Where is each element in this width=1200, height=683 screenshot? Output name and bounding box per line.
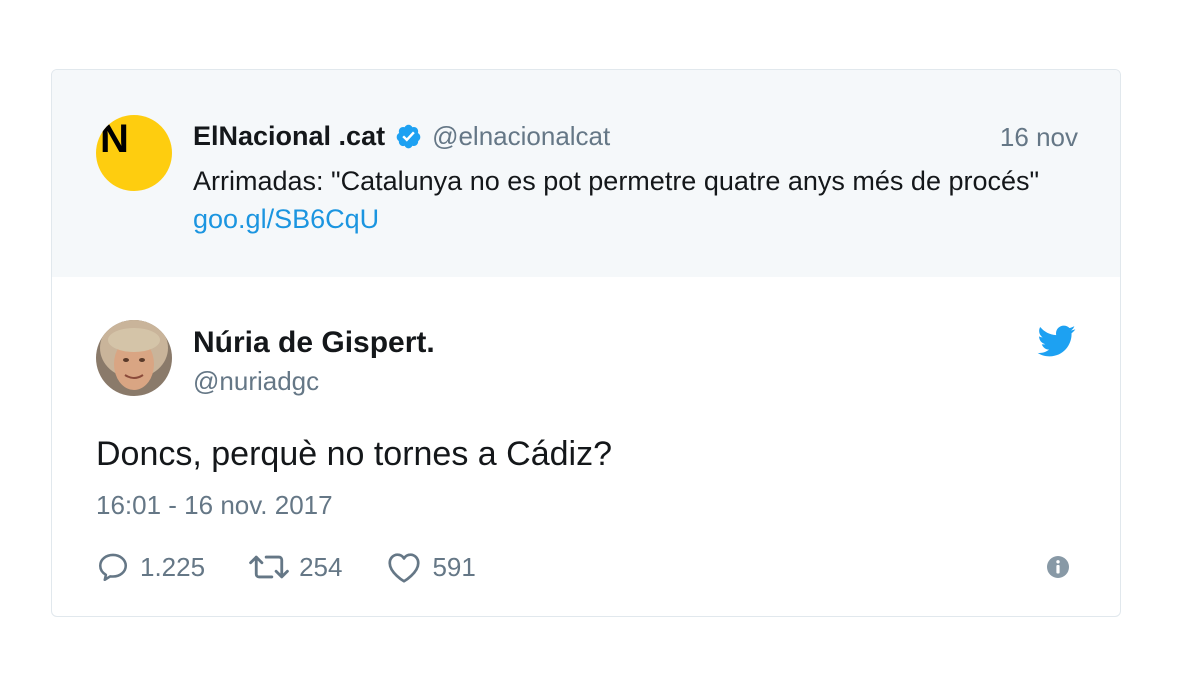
elnacional-avatar[interactable]: N — [96, 115, 172, 191]
heart-icon — [388, 553, 421, 583]
retweet-icon — [249, 555, 289, 579]
quoted-tweet[interactable]: N ElNacional .cat @elnacionalcat 16 nov … — [52, 70, 1120, 277]
tweet-timestamp[interactable]: 16:01 - 16 nov. 2017 — [96, 490, 333, 521]
quoted-author-handle[interactable]: @elnacionalcat — [432, 121, 610, 152]
embedded-tweet-card: N ElNacional .cat @elnacionalcat 16 nov … — [51, 69, 1121, 617]
reply-button[interactable]: 1.225 — [96, 550, 205, 584]
twitter-bird-icon[interactable] — [1036, 324, 1076, 358]
reply-count: 1.225 — [140, 551, 206, 582]
like-button[interactable]: 591 — [386, 550, 476, 584]
quoted-tweet-header: ElNacional .cat @elnacionalcat — [193, 118, 610, 154]
quoted-tweet-date[interactable]: 16 nov — [1000, 122, 1078, 153]
verified-badge-icon — [396, 124, 421, 148]
tweet-actions: 1.225 254 591 — [96, 545, 520, 589]
quoted-author-name[interactable]: ElNacional .cat — [193, 121, 385, 152]
elnacional-logo: N — [100, 117, 129, 161]
like-count: 591 — [432, 551, 476, 582]
author-handle[interactable]: @nuriadgc — [193, 366, 319, 397]
quoted-tweet-body: Arrimadas: "Catalunya no es pot permetre… — [193, 166, 1040, 196]
quoted-tweet-link[interactable]: goo.gl/SB6CqU — [193, 204, 379, 234]
reply-icon — [98, 553, 128, 582]
info-icon[interactable] — [1046, 555, 1070, 579]
tweet-text: Doncs, perquè no tornes a Cádiz? — [96, 435, 612, 473]
author-name[interactable]: Núria de Gispert. — [193, 326, 435, 360]
author-photo — [96, 320, 172, 396]
avatar[interactable] — [96, 320, 172, 396]
retweet-button[interactable]: 254 — [249, 550, 342, 584]
quoted-tweet-text: Arrimadas: "Catalunya no es pot permetre… — [193, 162, 1063, 238]
retweet-count: 254 — [299, 551, 343, 582]
